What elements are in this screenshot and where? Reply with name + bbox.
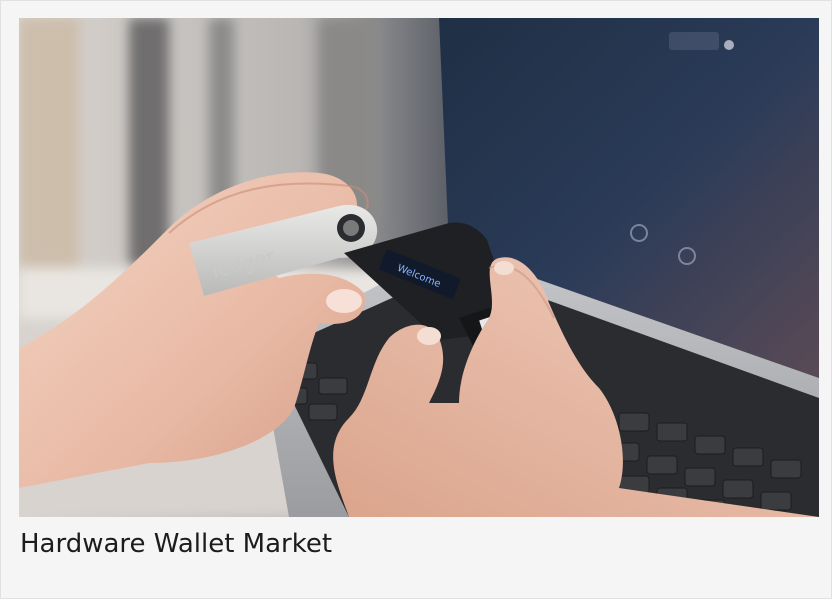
product-title[interactable]: Hardware Wallet Market (20, 524, 332, 564)
hardware-wallet-photo[interactable]: ledger Welcome (19, 18, 819, 517)
photo-illustration: ledger Welcome (19, 18, 819, 517)
product-card[interactable]: ledger Welcome Hardware Wallet Market (0, 0, 832, 599)
